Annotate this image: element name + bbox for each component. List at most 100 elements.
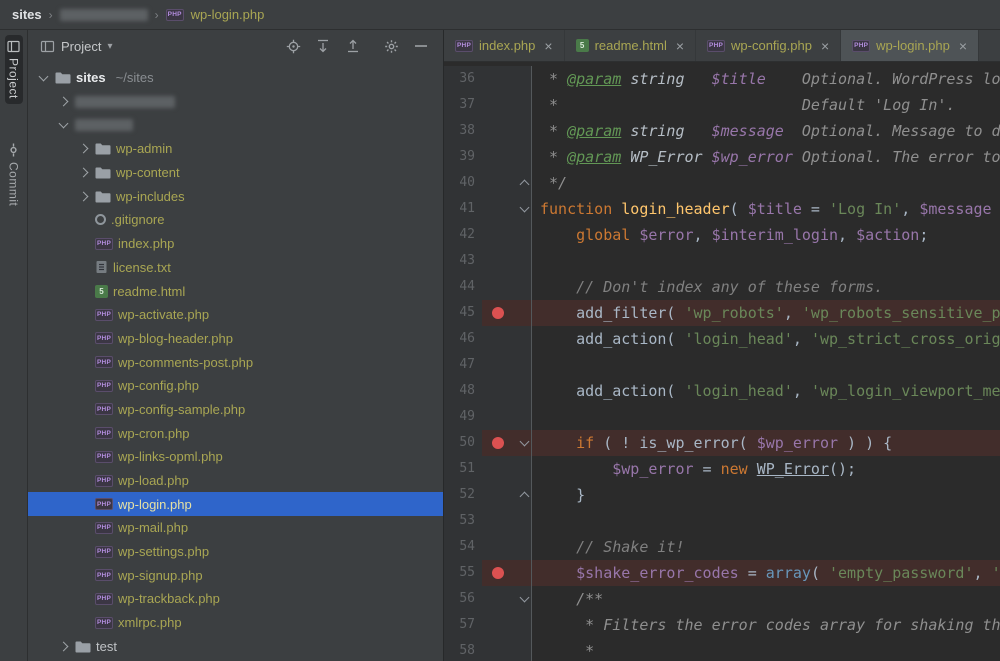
code-text[interactable]: global $error, $interim_login, $action; xyxy=(532,222,1000,248)
tree-item-wp-trackback.php[interactable]: PHPwp-trackback.php xyxy=(28,587,443,611)
code-text[interactable]: add_filter( 'wp_robots', 'wp_robots_sens… xyxy=(532,300,1000,326)
html-file-icon: 5 xyxy=(95,285,108,298)
line-number: 51 xyxy=(444,456,482,482)
code-text[interactable]: * xyxy=(532,638,1000,661)
tree-item-wp-login.php[interactable]: PHPwp-login.php xyxy=(28,492,443,516)
code-text[interactable]: * @param string $message Optional. Messa… xyxy=(532,118,1000,144)
editor-tab-index.php[interactable]: PHPindex.php× xyxy=(444,30,565,61)
code-text[interactable] xyxy=(532,248,1000,274)
code-text[interactable]: add_action( 'login_head', 'wp_strict_cro… xyxy=(532,326,1000,352)
line-number: 57 xyxy=(444,612,482,638)
code-text[interactable]: // Don't index any of these forms. xyxy=(532,274,1000,300)
expand-all-icon[interactable] xyxy=(311,35,335,57)
chevron-down-icon[interactable] xyxy=(56,123,70,127)
code-text[interactable]: $wp_error = new WP_Error(); xyxy=(532,456,1000,482)
chevron-right-icon[interactable] xyxy=(56,643,70,650)
tree-item-test[interactable]: test xyxy=(28,635,443,659)
code-text[interactable]: if ( ! is_wp_error( $wp_error ) ) { xyxy=(532,430,1000,456)
tree-item-wp-signup.php[interactable]: PHPwp-signup.php xyxy=(28,563,443,587)
tree-item-label: wp-settings.php xyxy=(118,544,209,559)
tree-item-label: wp-admin xyxy=(116,141,172,156)
code-text[interactable]: * @param string $title Optional. WordPre… xyxy=(532,66,1000,92)
gutter xyxy=(482,144,532,170)
tree-item-wp-admin[interactable]: wp-admin xyxy=(28,137,443,161)
tree-item-sites[interactable]: sites~/sites xyxy=(28,66,443,90)
fold-expanded-icon[interactable] xyxy=(520,437,530,447)
code-text[interactable]: // Shake it! xyxy=(532,534,1000,560)
tree-item-wp-config.php[interactable]: PHPwp-config.php xyxy=(28,374,443,398)
chevron-right-icon[interactable] xyxy=(76,193,90,200)
close-tab-icon[interactable]: × xyxy=(821,38,829,54)
tree-item-wp-links-opml.php[interactable]: PHPwp-links-opml.php xyxy=(28,445,443,469)
tree-item-wp-load.php[interactable]: PHPwp-load.php xyxy=(28,469,443,493)
fold-expanded-icon[interactable] xyxy=(520,203,530,213)
breadcrumb-file[interactable]: wp-login.php xyxy=(191,7,265,22)
locate-file-icon[interactable] xyxy=(281,35,305,57)
tree-item-wp-includes[interactable]: wp-includes xyxy=(28,184,443,208)
breakpoint-icon[interactable] xyxy=(492,437,504,449)
code-text[interactable]: $shake_error_codes = array( 'empty_passw… xyxy=(532,560,1000,586)
code-text[interactable]: function login_header( $title = 'Log In'… xyxy=(532,196,1000,222)
tree-item-license.txt[interactable]: license.txt xyxy=(28,256,443,280)
php-file-icon: PHP xyxy=(95,569,113,581)
tree-item-wp-cron.php[interactable]: PHPwp-cron.php xyxy=(28,421,443,445)
code-text[interactable]: * Filters the error codes array for shak… xyxy=(532,612,1000,638)
chevron-right-icon[interactable] xyxy=(56,98,70,105)
code-text[interactable] xyxy=(532,404,1000,430)
tool-window-stripe: Project Commit xyxy=(0,30,28,661)
tree-item-wp-comments-post.php[interactable]: PHPwp-comments-post.php xyxy=(28,350,443,374)
gutter xyxy=(482,482,532,508)
fold-end-icon[interactable] xyxy=(520,492,530,502)
chevron-down-icon[interactable]: ▾ xyxy=(107,41,112,52)
code-text[interactable]: /** xyxy=(532,586,1000,612)
chevron-down-icon[interactable] xyxy=(36,76,50,80)
code-text[interactable]: * @param WP_Error $wp_error Optional. Th… xyxy=(532,144,1000,170)
code-line-49: 49 xyxy=(444,404,1000,430)
tree-item-wp-activate.php[interactable]: PHPwp-activate.php xyxy=(28,303,443,327)
stripe-commit-button[interactable]: Commit xyxy=(5,138,23,211)
code-text[interactable] xyxy=(532,508,1000,534)
editor-tab-wp-login.php[interactable]: PHPwp-login.php× xyxy=(841,30,979,61)
editor-tab-wp-config.php[interactable]: PHPwp-config.php× xyxy=(696,30,841,61)
hide-panel-icon[interactable] xyxy=(409,35,433,57)
gutter xyxy=(482,560,532,586)
tree-item-index.php[interactable]: PHPindex.php xyxy=(28,232,443,256)
collapse-all-icon[interactable] xyxy=(341,35,365,57)
tree-item-wp-blog-header.php[interactable]: PHPwp-blog-header.php xyxy=(28,327,443,351)
tree-item-.gitignore[interactable]: .gitignore xyxy=(28,208,443,232)
tree-item-redacted[interactable] xyxy=(28,90,443,114)
tree-item-readme.html[interactable]: 5readme.html xyxy=(28,279,443,303)
close-tab-icon[interactable]: × xyxy=(959,38,967,54)
tree-item-wp-settings.php[interactable]: PHPwp-settings.php xyxy=(28,540,443,564)
close-tab-icon[interactable]: × xyxy=(544,38,552,54)
tree-item-wp-mail.php[interactable]: PHPwp-mail.php xyxy=(28,516,443,540)
code-text[interactable]: * Default 'Log In'. xyxy=(532,92,1000,118)
chevron-right-icon[interactable] xyxy=(76,169,90,176)
panel-title[interactable]: Project xyxy=(61,39,101,54)
code-line-54: 54 // Shake it! xyxy=(444,534,1000,560)
stripe-project-button[interactable]: Project xyxy=(5,35,23,104)
fold-expanded-icon[interactable] xyxy=(520,593,530,603)
breakpoint-icon[interactable] xyxy=(492,307,504,319)
code-line-43: 43 xyxy=(444,248,1000,274)
tree-item-xmlrpc.php[interactable]: PHPxmlrpc.php xyxy=(28,611,443,635)
fold-end-icon[interactable] xyxy=(520,180,530,190)
tree-item-wp-content[interactable]: wp-content xyxy=(28,161,443,185)
editor-tab-readme.html[interactable]: 5readme.html× xyxy=(565,30,696,61)
chevron-right-icon[interactable] xyxy=(76,145,90,152)
code-text[interactable]: } xyxy=(532,482,1000,508)
close-tab-icon[interactable]: × xyxy=(676,38,684,54)
breadcrumb-redacted xyxy=(60,9,148,21)
code-text[interactable]: */ xyxy=(532,170,1000,196)
tree-item-redacted[interactable] xyxy=(28,113,443,137)
settings-gear-icon[interactable] xyxy=(379,35,403,57)
navigation-bar: sites › › PHP wp-login.php xyxy=(0,0,1000,30)
breakpoint-icon[interactable] xyxy=(492,567,504,579)
code-text[interactable] xyxy=(532,352,1000,378)
line-number: 49 xyxy=(444,404,482,430)
code-text[interactable]: add_action( 'login_head', 'wp_login_view… xyxy=(532,378,1000,404)
tree-item-wp-config-sample.php[interactable]: PHPwp-config-sample.php xyxy=(28,398,443,422)
breadcrumb-root[interactable]: sites xyxy=(12,7,42,22)
folder-icon xyxy=(95,142,111,155)
project-tool-icon xyxy=(7,40,20,53)
